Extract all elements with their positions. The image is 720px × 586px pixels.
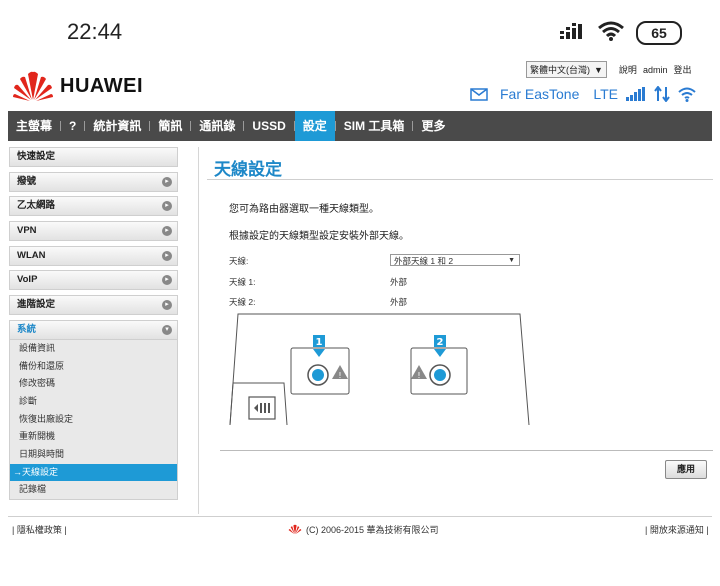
nav-item[interactable]: USSD [244, 111, 293, 141]
svg-text:!: ! [338, 371, 341, 380]
mail-icon[interactable] [470, 87, 488, 101]
submenu-item[interactable]: 恢復出廠設定 [10, 411, 177, 429]
language-select[interactable]: 繁體中文(台灣) ▼ [526, 61, 607, 78]
huawei-flower-icon [13, 71, 53, 101]
signal-strength-icon [626, 87, 646, 101]
antenna2-label: 天線 2: [229, 297, 256, 307]
apply-button[interactable]: 應用 [665, 460, 707, 479]
content-divider [220, 450, 713, 451]
nav-item[interactable]: 設定 [294, 111, 335, 141]
main-nav: 主螢幕? 統計資訊 簡訊 通訊錄 USSD 設定 SIM 工具箱 更多 [8, 111, 712, 141]
system-submenu: 設備資訊 備份和還原 修改密碼 診斷 恢復出廠設定 重新開機 日期與時間 →天線設定 記錄檔 [9, 339, 178, 500]
svg-text:!: ! [417, 371, 420, 380]
help-link[interactable]: 說明 [619, 63, 637, 76]
sidebar-item-label: 進階設定 [17, 299, 56, 311]
battery-indicator: 65 [636, 21, 682, 45]
top-links: 繁體中文(台灣) ▼ 說明 admin 登出 [526, 61, 691, 78]
antenna-type-select[interactable]: 外部天線 1 和 2 ▼ [390, 254, 520, 266]
nav-item[interactable]: SIM 工具箱 [336, 111, 413, 141]
sidebar-item[interactable]: VPN ▸ [9, 221, 178, 242]
submenu-item[interactable]: 診斷 [10, 393, 177, 411]
wifi-icon [598, 21, 624, 41]
submenu-item[interactable]: 記錄檔 [10, 481, 177, 499]
huawei-flower-icon [288, 524, 302, 535]
header-status: Far EasTone LTE [470, 84, 696, 104]
title-divider [207, 179, 713, 180]
open-source-link[interactable]: | 開放來源通知 | [645, 523, 709, 536]
chevron-right-icon: ▸ [162, 176, 172, 187]
sidebar-item[interactable]: 快速設定 [9, 147, 178, 167]
antenna-diagram: ! 1 ! 2 [229, 313, 530, 426]
description-2: 根據設定的天線類型設定安裝外部天線。 [229, 231, 409, 242]
sidebar-item-label: 快速設定 [17, 151, 56, 162]
sidebar-item[interactable]: VoIP ▸ [9, 270, 178, 291]
copyright: (C) 2006-2015 華為技術有限公司 [288, 523, 439, 536]
sidebar-item-label: WLAN [17, 249, 46, 261]
submenu-item[interactable]: 重新開機 [10, 428, 177, 446]
divider [198, 147, 199, 514]
huawei-logo: HUAWEI [12, 70, 143, 102]
data-transfer-icon [654, 86, 670, 102]
nav-item[interactable]: 通訊錄 [191, 111, 243, 141]
port1-number: 1 [316, 337, 323, 348]
sidebar-item-label: 系統 [17, 323, 37, 335]
sidebar-item[interactable]: WLAN ▸ [9, 245, 178, 266]
footer-divider [8, 516, 712, 517]
sidebar-item[interactable]: 進階設定 ▸ [9, 295, 178, 316]
nav-item[interactable]: 統計資訊 [85, 111, 149, 141]
chevron-down-icon: ▼ [594, 64, 603, 75]
antenna2-value: 外部 [390, 297, 408, 307]
submenu-item[interactable]: 備份和還原 [10, 358, 177, 376]
submenu-item[interactable]: 修改密碼 [10, 375, 177, 393]
sidebar-item[interactable]: 乙太網路 ▸ [9, 196, 178, 217]
sidebar-item-label: VPN [17, 225, 37, 237]
logout-link[interactable]: 登出 [673, 63, 691, 76]
submenu-item[interactable]: 設備資訊 [10, 340, 177, 358]
sidebar-item-label: VoIP [17, 274, 38, 286]
sidebar: 快速設定撥號 ▸ 乙太網路 ▸ VPN ▸ WLAN ▸ VoIP ▸ 進階設定 ▸ 系統 ▾ 設備資訊 備份… [9, 147, 178, 500]
nav-item[interactable]: 主螢幕 [8, 111, 60, 141]
status-bar: 22:44 65 [0, 0, 720, 62]
chevron-right-icon: ▸ [162, 275, 172, 286]
chevron-down-icon: ▼ [508, 257, 515, 264]
chevron-right-icon: ▸ [162, 226, 172, 237]
submenu-item[interactable]: 日期與時間 [10, 446, 177, 464]
sidebar-item[interactable]: 系統 ▾ [9, 319, 178, 340]
sidebar-item-label: 撥號 [17, 175, 37, 187]
operator-name: Far EasTone [500, 86, 580, 102]
network-type: LTE [593, 86, 619, 102]
chevron-down-icon: ▾ [162, 324, 172, 335]
antenna1-label: 天線 1: [229, 277, 256, 287]
nav-item[interactable]: 更多 [413, 111, 453, 141]
sidebar-item[interactable]: 撥號 ▸ [9, 171, 178, 192]
brand-name: HUAWEI [60, 74, 143, 97]
chevron-right-icon: ▸ [162, 201, 172, 212]
submenu-item[interactable]: →天線設定 [10, 463, 177, 482]
chevron-right-icon: ▸ [162, 250, 172, 261]
port2-number: 2 [437, 337, 444, 348]
nav-item[interactable]: 簡訊 [150, 111, 190, 141]
page-title: 天線設定 [214, 160, 282, 179]
wifi-status-icon [678, 86, 696, 102]
clock: 22:44 [67, 19, 123, 44]
cell-signal-icon [560, 23, 582, 39]
nav-item[interactable]: ? [61, 111, 84, 141]
sidebar-item-label: 乙太網路 [17, 200, 56, 212]
description-1: 您可為路由器選取一種天線類型。 [229, 204, 379, 215]
antenna-label: 天線: [229, 256, 249, 266]
antenna1-value: 外部 [390, 277, 408, 287]
chevron-right-icon: ▸ [162, 300, 172, 311]
privacy-link[interactable]: | 隱私權政策 | [12, 523, 67, 536]
user-name: admin [642, 64, 668, 75]
